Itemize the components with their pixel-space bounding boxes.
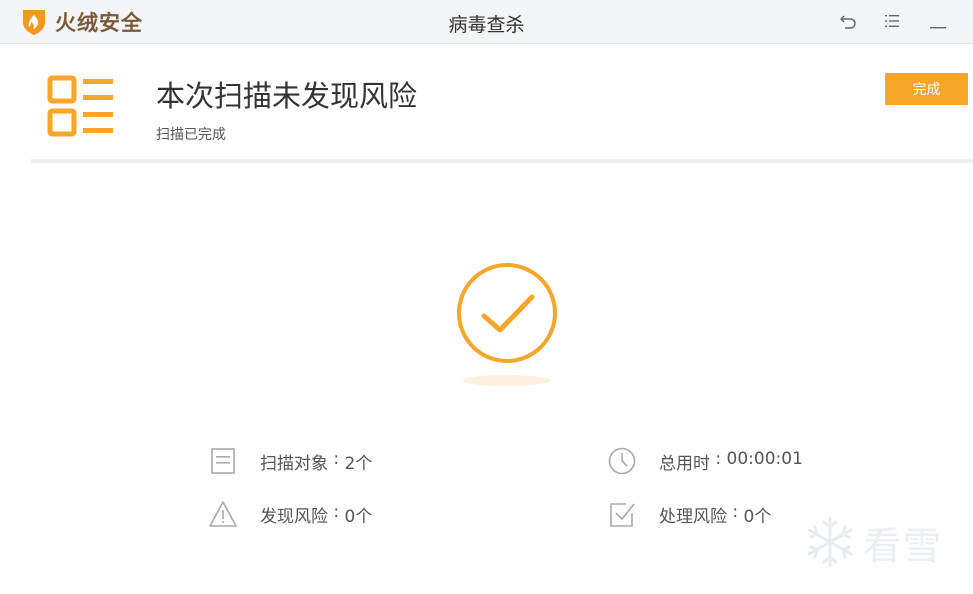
stat-scan-objects-value: 2个	[344, 453, 373, 474]
checkbox-checked-icon	[607, 499, 637, 529]
result-subline: 扫描已完成	[156, 127, 226, 143]
stat-total-time-value: 00:00:01	[726, 448, 803, 469]
stat-scan-objects-label: 扫描对象	[260, 453, 328, 474]
undo-icon	[840, 15, 856, 29]
warning-icon	[208, 499, 238, 529]
result-headline: 本次扫描未发现风险	[156, 79, 418, 113]
stat-separator: :	[727, 501, 744, 522]
done-button[interactable]: 完成	[885, 73, 968, 105]
window-title: 病毒查杀	[448, 14, 525, 36]
snowflake-icon	[807, 516, 853, 568]
menu-button[interactable]	[881, 10, 903, 32]
title-bar: 火绒安全 病毒查杀	[0, 0, 973, 44]
clock-icon	[607, 446, 637, 476]
document-icon	[208, 446, 238, 476]
watermark-text: 看雪	[863, 523, 944, 568]
minimize-button[interactable]	[927, 10, 949, 32]
stat-found-risks-label: 发现风险	[260, 506, 328, 527]
stat-separator: :	[328, 448, 345, 469]
stat-found-risks-value: 0个	[344, 506, 373, 527]
stat-total-time-label: 总用时	[659, 453, 710, 474]
stat-separator: :	[710, 448, 727, 469]
kanxue-watermark: 看雪	[803, 514, 943, 570]
stat-handled-risks-value: 0个	[743, 506, 772, 527]
stat-total-time: 总用时 : 00:00:01	[607, 446, 803, 476]
success-check-icon	[457, 263, 557, 363]
back-button[interactable]	[837, 10, 859, 32]
result-header: 本次扫描未发现风险 扫描已完成 完成	[0, 45, 973, 162]
report-list-icon	[47, 75, 113, 137]
stat-handled-risks: 处理风险 : 0个	[607, 499, 771, 529]
check-shadow	[463, 375, 551, 386]
list-icon	[885, 15, 899, 27]
stat-handled-risks-label: 处理风险	[659, 506, 727, 527]
header-divider	[31, 159, 973, 163]
stat-found-risks: 发现风险 : 0个	[208, 499, 372, 529]
stat-scan-objects: 扫描对象 : 2个	[208, 446, 372, 476]
stat-separator: :	[328, 501, 345, 522]
minimize-icon	[930, 27, 946, 29]
